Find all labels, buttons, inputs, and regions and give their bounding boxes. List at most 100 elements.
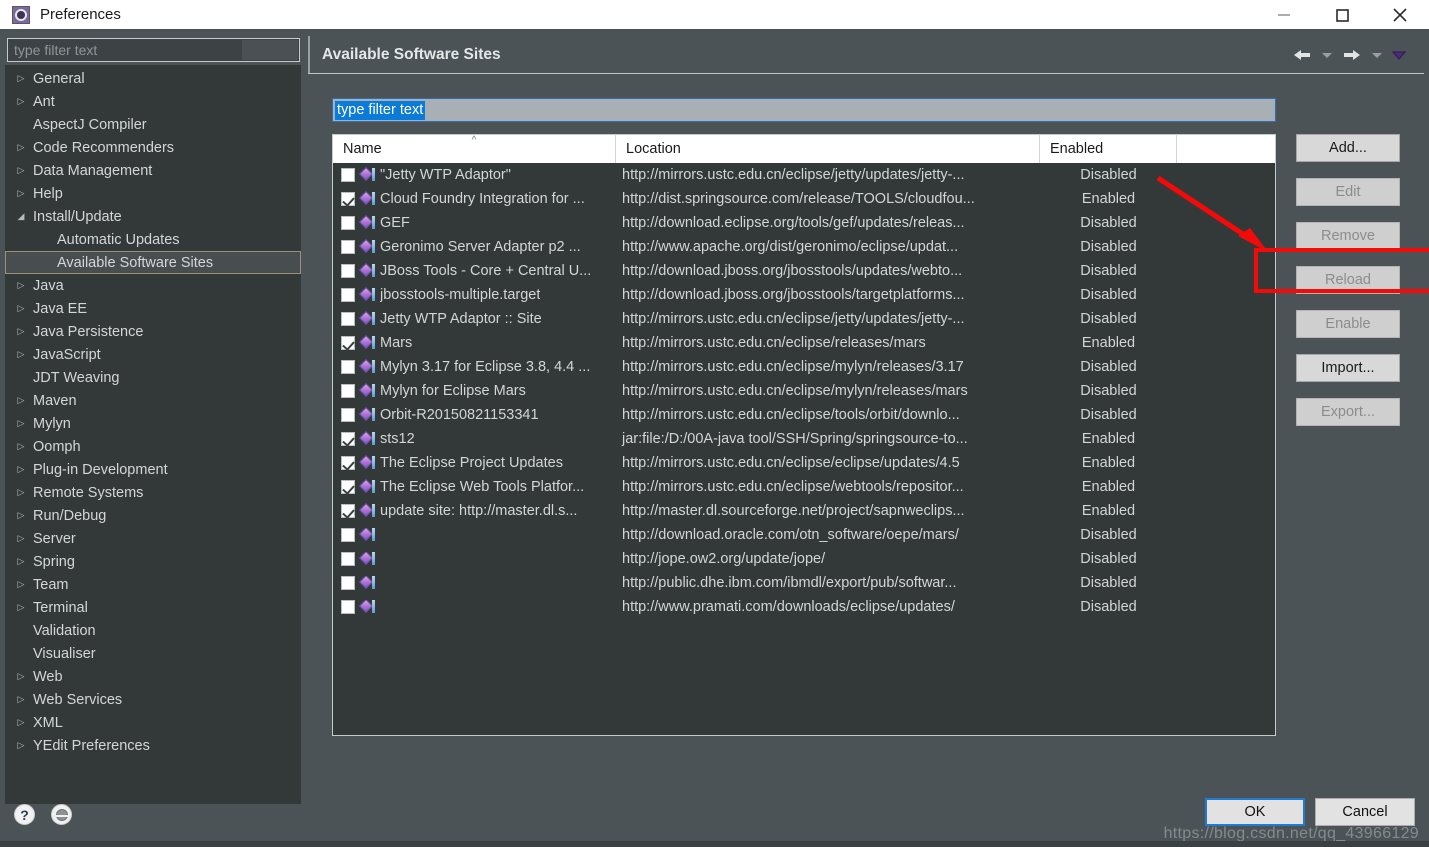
chevron-right-icon[interactable]: ▷ bbox=[13, 441, 29, 452]
row-checkbox[interactable] bbox=[341, 600, 355, 614]
table-row[interactable]: The Eclipse Project Updates http://mirror… bbox=[333, 451, 1275, 475]
import-button[interactable]: Import... bbox=[1296, 354, 1400, 382]
sidebar-item-general[interactable]: ▷ General bbox=[5, 67, 301, 90]
ok-button[interactable]: OK bbox=[1205, 798, 1305, 826]
row-checkbox[interactable] bbox=[341, 552, 355, 566]
cancel-button[interactable]: Cancel bbox=[1315, 798, 1415, 826]
sidebar-item-javascript[interactable]: ▷ JavaScript bbox=[5, 343, 301, 366]
sidebar-item-oomph[interactable]: ▷ Oomph bbox=[5, 435, 301, 458]
table-row[interactable]: Mylyn 3.17 for Eclipse 3.8, 4.4 ... http:… bbox=[333, 355, 1275, 379]
chevron-right-icon[interactable]: ▷ bbox=[13, 188, 29, 199]
table-row[interactable]: http://download.oracle.com/otn_software/… bbox=[333, 523, 1275, 547]
chevron-right-icon[interactable]: ▷ bbox=[13, 533, 29, 544]
sidebar-item-java[interactable]: ▷ Java bbox=[5, 274, 301, 297]
chevron-right-icon[interactable]: ▷ bbox=[13, 510, 29, 521]
sidebar-item-terminal[interactable]: ▷ Terminal bbox=[5, 596, 301, 619]
sidebar-item-visualiser[interactable]: Visualiser bbox=[5, 642, 301, 665]
sidebar-item-aspectj-compiler[interactable]: AspectJ Compiler bbox=[5, 113, 301, 136]
chevron-right-icon[interactable]: ▷ bbox=[13, 464, 29, 475]
table-row[interactable]: http://jope.ow2.org/update/jope/Disabled bbox=[333, 547, 1275, 571]
sidebar-item-validation[interactable]: Validation bbox=[5, 619, 301, 642]
row-checkbox[interactable] bbox=[341, 504, 355, 518]
chevron-right-icon[interactable]: ▷ bbox=[13, 303, 29, 314]
sidebar-item-server[interactable]: ▷ Server bbox=[5, 527, 301, 550]
column-header-location[interactable]: Location bbox=[616, 135, 1040, 163]
chevron-right-icon[interactable]: ▷ bbox=[13, 349, 29, 360]
row-checkbox[interactable] bbox=[341, 576, 355, 590]
chevron-right-icon[interactable]: ▷ bbox=[13, 73, 29, 84]
site-filter-input[interactable]: type filter text bbox=[332, 98, 1276, 122]
back-arrow-icon[interactable] bbox=[1288, 47, 1316, 63]
table-row[interactable]: GEF http://download.eclipse.org/tools/gef… bbox=[333, 211, 1275, 235]
table-row[interactable]: Geronimo Server Adapter p2 ... http://www… bbox=[333, 235, 1275, 259]
table-body[interactable]: "Jetty WTP Adaptor" http://mirrors.ustc.e… bbox=[333, 163, 1275, 735]
table-row[interactable]: http://public.dhe.ibm.com/ibmdl/export/p… bbox=[333, 571, 1275, 595]
row-checkbox[interactable] bbox=[341, 480, 355, 494]
row-checkbox[interactable] bbox=[341, 192, 355, 206]
sidebar-item-remote-systems[interactable]: ▷ Remote Systems bbox=[5, 481, 301, 504]
chevron-right-icon[interactable]: ▷ bbox=[13, 694, 29, 705]
row-checkbox[interactable] bbox=[341, 384, 355, 398]
sidebar-item-java-persistence[interactable]: ▷ Java Persistence bbox=[5, 320, 301, 343]
table-row[interactable]: "Jetty WTP Adaptor" http://mirrors.ustc.e… bbox=[333, 163, 1275, 187]
column-header-enabled[interactable]: Enabled bbox=[1040, 135, 1177, 163]
table-row[interactable]: The Eclipse Web Tools Platfor... http://m… bbox=[333, 475, 1275, 499]
sidebar-filter-input[interactable]: type filter text bbox=[7, 38, 300, 62]
chevron-right-icon[interactable]: ▷ bbox=[13, 671, 29, 682]
close-icon[interactable] bbox=[1371, 0, 1429, 29]
chevron-right-icon[interactable]: ▷ bbox=[13, 280, 29, 291]
row-checkbox[interactable] bbox=[341, 456, 355, 470]
chevron-right-icon[interactable]: ▷ bbox=[13, 602, 29, 613]
maximize-icon[interactable] bbox=[1313, 0, 1371, 29]
row-checkbox[interactable] bbox=[341, 360, 355, 374]
sidebar-item-maven[interactable]: ▷ Maven bbox=[5, 389, 301, 412]
table-row[interactable]: Mylyn for Eclipse Mars http://mirrors.ust… bbox=[333, 379, 1275, 403]
sidebar-item-jdt-weaving[interactable]: JDT Weaving bbox=[5, 366, 301, 389]
back-dropdown-icon[interactable] bbox=[1318, 50, 1336, 60]
chevron-right-icon[interactable]: ▷ bbox=[13, 556, 29, 567]
row-checkbox[interactable] bbox=[341, 216, 355, 230]
row-checkbox[interactable] bbox=[341, 168, 355, 182]
table-row[interactable]: jbosstools-multiple.target http://downloa… bbox=[333, 283, 1275, 307]
sidebar-item-web-services[interactable]: ▷ Web Services bbox=[5, 688, 301, 711]
row-checkbox[interactable] bbox=[341, 264, 355, 278]
forward-arrow-icon[interactable] bbox=[1338, 47, 1366, 63]
chevron-down-icon[interactable]: ◢ bbox=[13, 211, 29, 222]
row-checkbox[interactable] bbox=[341, 432, 355, 446]
sidebar-item-spring[interactable]: ▷ Spring bbox=[5, 550, 301, 573]
sidebar-item-code-recommenders[interactable]: ▷ Code Recommenders bbox=[5, 136, 301, 159]
sidebar-item-team[interactable]: ▷ Team bbox=[5, 573, 301, 596]
apply-settings-icon[interactable] bbox=[51, 804, 72, 825]
chevron-right-icon[interactable]: ▷ bbox=[13, 142, 29, 153]
table-row[interactable]: sts12 jar:file:/D:/00A-java tool/SSH/Spri… bbox=[333, 427, 1275, 451]
sidebar-item-yedit-preferences[interactable]: ▷ YEdit Preferences bbox=[5, 734, 301, 757]
row-checkbox[interactable] bbox=[341, 312, 355, 326]
sidebar-item-mylyn[interactable]: ▷ Mylyn bbox=[5, 412, 301, 435]
row-checkbox[interactable] bbox=[341, 240, 355, 254]
chevron-right-icon[interactable]: ▷ bbox=[13, 740, 29, 751]
row-checkbox[interactable] bbox=[341, 288, 355, 302]
chevron-right-icon[interactable]: ▷ bbox=[13, 395, 29, 406]
row-checkbox[interactable] bbox=[341, 336, 355, 350]
table-row[interactable]: Cloud Foundry Integration for ... http://… bbox=[333, 187, 1275, 211]
chevron-right-icon[interactable]: ▷ bbox=[13, 326, 29, 337]
minimize-icon[interactable] bbox=[1255, 0, 1313, 29]
sidebar-item-run-debug[interactable]: ▷ Run/Debug bbox=[5, 504, 301, 527]
table-row[interactable]: Orbit-R20150821153341 http://mirrors.ustc… bbox=[333, 403, 1275, 427]
table-row[interactable]: JBoss Tools - Core + Central U... http://… bbox=[333, 259, 1275, 283]
chevron-right-icon[interactable]: ▷ bbox=[13, 165, 29, 176]
sidebar-item-ant[interactable]: ▷ Ant bbox=[5, 90, 301, 113]
chevron-right-icon[interactable]: ▷ bbox=[13, 717, 29, 728]
forward-dropdown-icon[interactable] bbox=[1368, 50, 1386, 60]
table-row[interactable]: update site: http://master.dl.s... http:/… bbox=[333, 499, 1275, 523]
sidebar-filter-clear[interactable] bbox=[242, 40, 298, 60]
chevron-right-icon[interactable]: ▷ bbox=[13, 96, 29, 107]
sidebar-item-automatic-updates[interactable]: Automatic Updates bbox=[5, 228, 301, 251]
add-button[interactable]: Add... bbox=[1296, 134, 1400, 162]
sidebar-item-web[interactable]: ▷ Web bbox=[5, 665, 301, 688]
help-question-icon[interactable]: ? bbox=[14, 804, 35, 825]
chevron-right-icon[interactable]: ▷ bbox=[13, 418, 29, 429]
sidebar-item-data-management[interactable]: ▷ Data Management bbox=[5, 159, 301, 182]
table-row[interactable]: Mars http://mirrors.ustc.edu.cn/eclipse/r… bbox=[333, 331, 1275, 355]
sidebar-item-help[interactable]: ▷ Help bbox=[5, 182, 301, 205]
